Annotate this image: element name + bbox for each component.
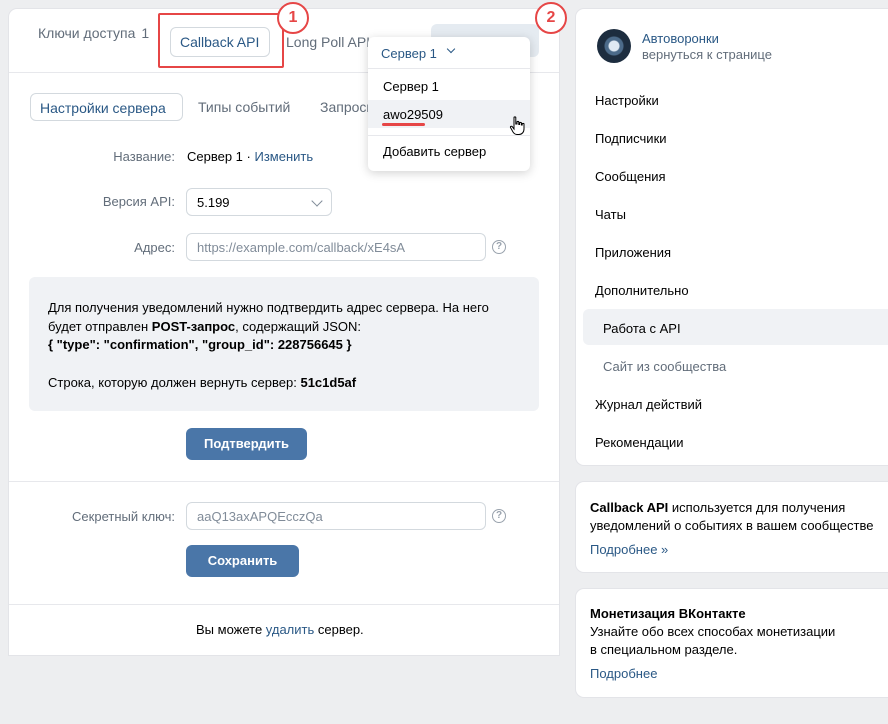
info-json: { "type": "confirmation", "group_id": 22… [48, 337, 352, 352]
divider [9, 604, 559, 605]
monetization-line-2: в специальном разделе. [590, 642, 738, 657]
info-line-2: будет отправлен POST-запрос, содержащий … [48, 319, 362, 334]
tab-access-keys[interactable]: Ключи доступа 1 [38, 25, 149, 41]
monetization-title: Монетизация ВКонтакте [590, 606, 746, 621]
menu-item-subscribers[interactable]: Подписчики [595, 131, 667, 146]
menu-item-community-site[interactable]: Сайт из сообщества [603, 359, 726, 374]
menu-item-apps[interactable]: Приложения [595, 245, 671, 260]
server-dropdown-header[interactable]: Сервер 1 [368, 37, 530, 69]
api-version-label: Версия API: [102, 194, 175, 209]
callback-card-line-2: уведомлений о событиях в вашем сообществ… [590, 518, 874, 533]
annotation-highlight-callback [158, 13, 284, 68]
menu-item-activity-log[interactable]: Журнал действий [595, 397, 702, 412]
confirmation-info-box: Для получения уведомлений нужно подтверд… [29, 277, 539, 411]
dropdown-separator [368, 135, 530, 136]
dropdown-item-add-server[interactable]: Добавить сервер [368, 137, 530, 165]
name-label: Название: [113, 149, 175, 164]
menu-item-additional[interactable]: Дополнительно [595, 283, 689, 298]
server-dropdown-selected: Сервер 1 [381, 46, 437, 61]
avatar[interactable] [597, 29, 631, 63]
access-keys-count: 1 [141, 25, 150, 41]
menu-item-messages[interactable]: Сообщения [595, 169, 666, 184]
address-label: Адрес: [134, 240, 175, 255]
subtab-server-settings[interactable]: Настройки сервера [30, 93, 183, 121]
menu-item-api[interactable]: Работа с API [603, 321, 681, 336]
delete-server-text: Вы можете удалить сервер. [196, 622, 364, 637]
chevron-down-icon [446, 44, 456, 54]
monetization-more-link[interactable]: Подробнее [590, 666, 657, 681]
annotation-underline [382, 123, 425, 126]
info-line-1: Для получения уведомлений нужно подтверд… [48, 300, 489, 315]
chevron-down-icon [311, 195, 323, 207]
server-dropdown: Сервер 1 Сервер 1 awo29509 Добавить серв… [368, 37, 530, 171]
hand-cursor-icon [509, 116, 525, 135]
tab-long-poll-api[interactable]: Long Poll API [286, 34, 370, 50]
confirm-button[interactable]: Подтвердить [186, 428, 307, 460]
callback-card-line-1: Callback API используется для получения [590, 500, 846, 515]
secret-key-input[interactable]: aaQ13axAPQEcczQa [186, 502, 486, 530]
api-version-select[interactable]: 5.199 [186, 188, 332, 216]
confirmation-string: 51c1d5af [300, 375, 357, 390]
menu-item-recommendations[interactable]: Рекомендации [595, 435, 684, 450]
info-line-4: Строка, которую должен вернуть сервер: 5… [48, 375, 357, 390]
api-version-value: 5.199 [197, 195, 230, 210]
save-button[interactable]: Сохранить [186, 545, 299, 577]
annotation-badge-1: 1 [277, 2, 309, 34]
dropdown-item-server-1[interactable]: Сервер 1 [368, 72, 530, 100]
menu-item-chats[interactable]: Чаты [595, 207, 626, 222]
back-to-page-link[interactable]: вернуться к странице [642, 47, 772, 62]
name-value: Сервер 1 · Изменить [187, 149, 314, 164]
community-name[interactable]: Автоворонки [642, 31, 719, 46]
menu-item-settings[interactable]: Настройки [595, 93, 659, 108]
help-icon[interactable]: ? [492, 509, 506, 523]
monetization-line-1: Узнайте обо всех способах монетизации [590, 624, 836, 639]
help-icon[interactable]: ? [492, 240, 506, 254]
callback-more-link[interactable]: Подробнее » [590, 542, 668, 557]
subtab-event-types[interactable]: Типы событий [198, 99, 290, 115]
edit-name-link[interactable]: Изменить [254, 149, 313, 164]
annotation-badge-2: 2 [535, 2, 567, 34]
address-input[interactable]: https://example.com/callback/xE4sA [186, 233, 486, 261]
subtab-server-settings-label: Настройки сервера [40, 100, 166, 116]
delete-server-link[interactable]: удалить [266, 622, 314, 637]
divider [9, 481, 559, 482]
secret-key-label: Секретный ключ: [72, 509, 175, 524]
